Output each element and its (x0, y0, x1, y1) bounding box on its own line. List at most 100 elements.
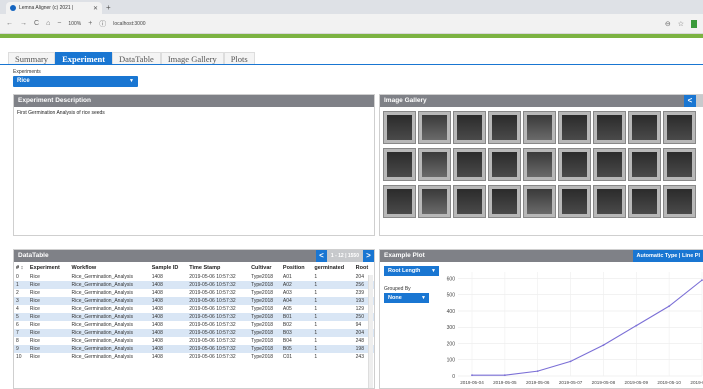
home-icon[interactable]: ⌂ (46, 20, 50, 27)
gallery-thumbnail[interactable] (383, 111, 416, 144)
gallery-thumbnail[interactable] (523, 111, 556, 144)
thumbnail-image (422, 189, 447, 214)
gallery-thumbnail[interactable] (558, 185, 591, 218)
y-axis-select[interactable]: Root Length ▼ (384, 266, 439, 276)
gallery-thumbnail[interactable] (523, 148, 556, 181)
zoom-level: 100% (68, 20, 82, 27)
tab-plots[interactable]: Plots (223, 52, 255, 64)
column-header[interactable]: Experiment (27, 262, 70, 273)
table-row[interactable]: 2 Rice Rice_Germination_Analysis 1408 2019-0… (14, 289, 374, 297)
datatable-next-button[interactable]: > (363, 250, 374, 262)
table-row[interactable]: 5 Rice Rice_Germination_Analysis 1408 2019-0… (14, 313, 374, 321)
gallery-thumbnail[interactable] (663, 111, 696, 144)
gallery-thumbnail[interactable] (418, 148, 451, 181)
gallery-thumbnail[interactable] (418, 111, 451, 144)
table-cell: Type2018 (249, 281, 281, 289)
reload-icon[interactable]: C (34, 20, 39, 27)
column-header[interactable]: # ↕ (14, 262, 28, 273)
column-header[interactable]: Time Stamp (187, 262, 250, 273)
table-row[interactable]: 8 Rice Rice_Germination_Analysis 1408 2019-0… (14, 337, 374, 345)
gallery-thumbnail[interactable] (593, 111, 626, 144)
extension-icon[interactable] (691, 19, 697, 28)
experiments-label: Experiments (13, 69, 41, 75)
table-row[interactable]: 9 Rice Rice_Germination_Analysis 1408 2019-0… (14, 345, 374, 353)
gallery-thumbnail[interactable] (628, 185, 661, 218)
plot-type-button[interactable]: Automatic Type | Line Pl (632, 250, 703, 262)
table-cell: A02 (280, 281, 313, 289)
gallery-thumbnail[interactable] (593, 148, 626, 181)
close-tab-icon[interactable]: ✕ (93, 5, 98, 12)
column-header[interactable]: Position (280, 262, 313, 273)
forward-icon[interactable]: → (20, 20, 27, 27)
gallery-thumbnail[interactable] (488, 111, 521, 144)
table-cell: Rice_Germination_Analysis (71, 354, 133, 360)
column-header[interactable]: Workflow (69, 262, 150, 273)
gallery-thumbnail[interactable] (453, 148, 486, 181)
gallery-thumbnail[interactable] (663, 185, 696, 218)
gallery-thumbnail[interactable] (663, 148, 696, 181)
gallery-thumbnail[interactable] (523, 185, 556, 218)
thumbnail-image (387, 115, 412, 140)
table-cell: Type2018 (251, 338, 274, 344)
tab-summary[interactable]: Summary (8, 52, 56, 64)
table-row[interactable]: 6 Rice Rice_Germination_Analysis 1408 2019-0… (14, 321, 374, 329)
thumbnail-image (422, 152, 447, 177)
column-header[interactable]: Root (353, 262, 374, 273)
datatable-prev-button[interactable]: < (315, 250, 327, 262)
table-row[interactable]: 1 Rice Rice_Germination_Analysis 1408 2019-0… (14, 281, 374, 289)
table-cell: 1 (314, 322, 318, 328)
table-cell: Rice_Germination_Analysis (69, 297, 150, 305)
table-cell: Rice (27, 329, 70, 337)
table-cell: Type2018 (249, 313, 281, 321)
group-by-select-value: None (388, 295, 402, 301)
group-by-select[interactable]: None ▼ (384, 293, 429, 303)
gallery-thumbnail[interactable] (593, 185, 626, 218)
table-row[interactable]: 7 Rice Rice_Germination_Analysis 1408 2019-0… (14, 329, 374, 337)
gallery-thumbnail[interactable] (453, 185, 486, 218)
table-cell: 1408 (151, 290, 163, 296)
gallery-thumbnail[interactable] (628, 148, 661, 181)
gallery-thumbnail[interactable] (453, 111, 486, 144)
table-row[interactable]: 0 Rice Rice_Germination_Analysis 1408 2019-0… (14, 273, 374, 281)
gallery-thumbnail[interactable] (558, 148, 591, 181)
table-cell: 1 (312, 345, 354, 353)
experiment-select[interactable]: Rice ▼ (13, 76, 138, 87)
datatable-title: DataTable < 1 - 12 | 1550 > (14, 250, 374, 262)
zoom-in-icon[interactable]: + (88, 20, 92, 27)
tab-experiment[interactable]: Experiment (55, 52, 113, 64)
column-header[interactable]: germinated (312, 262, 354, 273)
gallery-thumbnail[interactable] (383, 148, 416, 181)
table-cell: 2019-05-06 10:57:32 (187, 345, 250, 353)
tab-image-gallery[interactable]: Image Gallery (160, 52, 224, 64)
column-header[interactable]: Sample ID (149, 262, 188, 273)
bookmark-star-icon[interactable]: ☆ (678, 20, 684, 28)
gallery-thumbnail[interactable] (628, 111, 661, 144)
table-cell: Type2018 (249, 297, 281, 305)
table-cell: 1 (312, 281, 354, 289)
gallery-prev-button[interactable]: < (684, 95, 696, 107)
browser-tab[interactable]: Lemna Aligner (c) 2021 | ✕ (6, 2, 102, 14)
table-scrollbar[interactable] (368, 275, 373, 388)
new-tab-icon[interactable]: + (106, 3, 111, 12)
table-cell: 1408 (149, 313, 188, 321)
column-header[interactable]: Cultivar (249, 262, 281, 273)
gallery-thumbnail[interactable] (418, 185, 451, 218)
zoom-out-icon[interactable]: − (57, 20, 61, 27)
table-cell: 8 (16, 338, 19, 344)
table-cell: 1 (312, 297, 354, 305)
table-row[interactable]: 10 Rice Rice_Germination_Analysis 1408 2019-… (14, 353, 374, 361)
gallery-thumbnail[interactable] (558, 111, 591, 144)
gallery-thumbnail[interactable] (488, 148, 521, 181)
tab-datatable[interactable]: DataTable (112, 52, 161, 64)
gallery-thumbnail[interactable] (383, 185, 416, 218)
y-tick-label: 300 (447, 325, 456, 331)
zoom-indicator-icon[interactable]: ⊖ (665, 20, 671, 28)
app-top-bar (0, 34, 703, 38)
url-input[interactable]: localhost:3000 (113, 21, 145, 27)
table-row[interactable]: 4 Rice Rice_Germination_Analysis 1408 2019-0… (14, 305, 374, 313)
info-icon[interactable]: ⓘ (99, 19, 106, 29)
back-icon[interactable]: ← (6, 20, 13, 27)
gallery-thumbnail[interactable] (488, 185, 521, 218)
table-row[interactable]: 3 Rice Rice_Germination_Analysis 1408 2019-0… (14, 297, 374, 305)
table-cell: 1 (314, 354, 318, 360)
